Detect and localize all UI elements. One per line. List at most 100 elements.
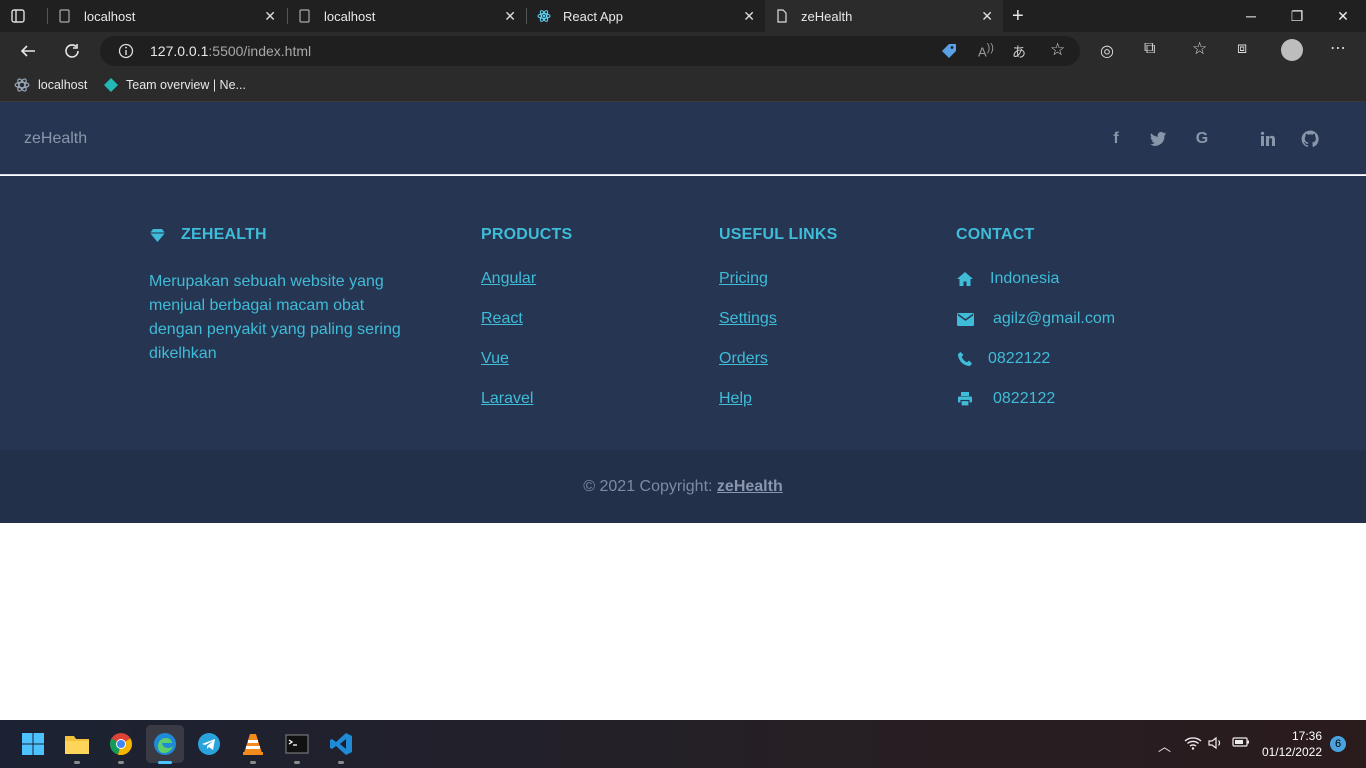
tab-localhost-2[interactable]: localhost ✕ [288, 0, 526, 32]
extensions-icon[interactable]: ⧉ [1144, 40, 1155, 58]
page-icon [298, 9, 312, 23]
collections-icon[interactable]: ⧈ [1237, 40, 1247, 58]
info-icon[interactable] [118, 43, 134, 59]
vlc-button[interactable] [238, 729, 268, 759]
site-brand: zeHealth [24, 130, 88, 147]
minimize-button[interactable]: ─ [1228, 0, 1274, 32]
bookmarks-bar: localhost Team overview | Ne... [0, 70, 1366, 102]
page-icon [58, 9, 72, 23]
read-aloud-icon[interactable]: A)) [978, 42, 994, 59]
home-icon [956, 270, 974, 288]
notification-badge[interactable]: 6 [1330, 736, 1346, 752]
close-window-button[interactable]: ✕ [1320, 0, 1366, 32]
chrome-button[interactable] [106, 729, 136, 759]
chrome-icon [110, 733, 132, 756]
contact-phone: 0822122 [956, 350, 1050, 368]
google-icon[interactable]: G [1192, 129, 1212, 149]
edge-icon [154, 733, 176, 755]
product-link-laravel[interactable]: Laravel [481, 390, 533, 408]
bookmark-label: localhost [38, 78, 88, 92]
contact-text: agilz@gmail.com [993, 310, 1116, 327]
new-tab-button[interactable]: + [1012, 0, 1032, 32]
show-hidden-icons-button[interactable]: ︿ [1158, 736, 1171, 755]
favorites-icon[interactable]: ☆ [1192, 39, 1207, 59]
linkedin-icon[interactable] [1258, 129, 1278, 149]
close-icon[interactable]: ✕ [981, 8, 993, 25]
refresh-button[interactable] [57, 38, 87, 64]
clock-date: 01/12/2022 [1261, 745, 1322, 759]
useful-links-heading: USEFUL LINKS [719, 226, 838, 243]
close-icon[interactable]: ✕ [264, 8, 276, 25]
vscode-icon [330, 733, 352, 755]
terminal-icon [285, 734, 309, 754]
contact-fax: 0822122 [956, 390, 1055, 408]
address-toolbar: 127.0.0.1:5500/index.html A)) あ ☆ ◎ ⧉ ☆ … [0, 32, 1366, 70]
address-bar[interactable]: 127.0.0.1:5500/index.html A)) あ ☆ [100, 36, 1080, 66]
about-heading: ZEHEALTH [149, 226, 267, 244]
github-icon[interactable] [1300, 129, 1320, 149]
tab-react-app[interactable]: React App ✕ [527, 0, 765, 32]
about-title: ZEHEALTH [181, 226, 267, 243]
clock-time: 17:36 [1291, 729, 1322, 743]
products-heading: PRODUCTS [481, 226, 573, 243]
page-viewport: zeHealth f G ZEHEALTH Merupakan sebuah w… [0, 102, 1366, 720]
tab-title: localhost [324, 8, 376, 24]
link-help[interactable]: Help [719, 390, 752, 408]
tab-title: zeHealth [801, 8, 853, 24]
battery-icon[interactable] [1232, 736, 1250, 751]
vscode-button[interactable] [326, 729, 356, 759]
copyright-brand-link[interactable]: zeHealth [717, 478, 783, 495]
system-clock[interactable]: 17:36 01/12/2022 [1262, 728, 1322, 760]
contact-text: 0822122 [993, 390, 1056, 407]
favorite-add-icon[interactable]: ☆ [1050, 40, 1065, 60]
product-link-react[interactable]: React [481, 310, 523, 328]
twitter-icon[interactable] [1148, 129, 1168, 149]
contact-text: Indonesia [990, 270, 1060, 287]
product-link-vue[interactable]: Vue [481, 350, 509, 368]
gem-icon [150, 228, 165, 242]
link-orders[interactable]: Orders [719, 350, 768, 368]
profile-avatar[interactable] [1281, 39, 1303, 61]
facebook-icon[interactable]: f [1106, 129, 1126, 149]
wifi-icon[interactable] [1184, 736, 1202, 753]
close-icon[interactable]: ✕ [743, 8, 755, 25]
telegram-icon [198, 733, 220, 755]
windows-icon [22, 733, 44, 755]
start-button[interactable] [18, 729, 48, 759]
tab-actions-button[interactable] [10, 0, 40, 32]
tab-localhost-1[interactable]: localhost ✕ [48, 0, 286, 32]
close-icon[interactable]: ✕ [504, 8, 516, 25]
tab-actions-icon [11, 9, 25, 23]
social-section: zeHealth f G [0, 102, 1366, 175]
taskbar: ︿ 17:36 01/12/2022 6 [0, 720, 1366, 768]
file-explorer-button[interactable] [62, 729, 92, 759]
edge-button[interactable] [146, 725, 184, 763]
about-text: Merupakan sebuah website yang menjual be… [149, 273, 401, 362]
product-link-angular[interactable]: Angular [481, 270, 536, 288]
tab-title: localhost [84, 8, 136, 24]
folder-icon [65, 736, 89, 754]
plus-icon: + [1012, 4, 1024, 27]
translate-icon[interactable]: あ [1012, 42, 1026, 62]
contact-heading: CONTACT [956, 226, 1035, 243]
bookmark-label: Team overview | Ne... [126, 78, 246, 92]
vlc-icon [243, 734, 263, 755]
link-pricing[interactable]: Pricing [719, 270, 768, 288]
copyright-bar: © 2021 Copyright: zeHealth [0, 450, 1366, 523]
url-text: 127.0.0.1:5500/index.html [150, 43, 312, 59]
contact-address: Indonesia [956, 270, 1059, 288]
tracking-icon[interactable]: ◎ [1100, 41, 1114, 61]
maximize-button[interactable]: ❐ [1274, 0, 1320, 32]
bookmark-localhost[interactable]: localhost [14, 77, 87, 93]
bookmark-team-overview[interactable]: Team overview | Ne... [103, 77, 246, 93]
link-settings[interactable]: Settings [719, 310, 777, 328]
terminal-button[interactable] [282, 729, 312, 759]
telegram-button[interactable] [194, 729, 224, 759]
more-icon[interactable]: ⋯ [1330, 38, 1346, 58]
coupon-icon[interactable] [940, 43, 958, 59]
document-icon [775, 9, 789, 23]
back-arrow-icon [20, 45, 35, 57]
tab-zehealth[interactable]: zeHealth ✕ [765, 0, 1003, 32]
back-button[interactable] [13, 38, 43, 64]
volume-icon[interactable] [1208, 736, 1224, 753]
